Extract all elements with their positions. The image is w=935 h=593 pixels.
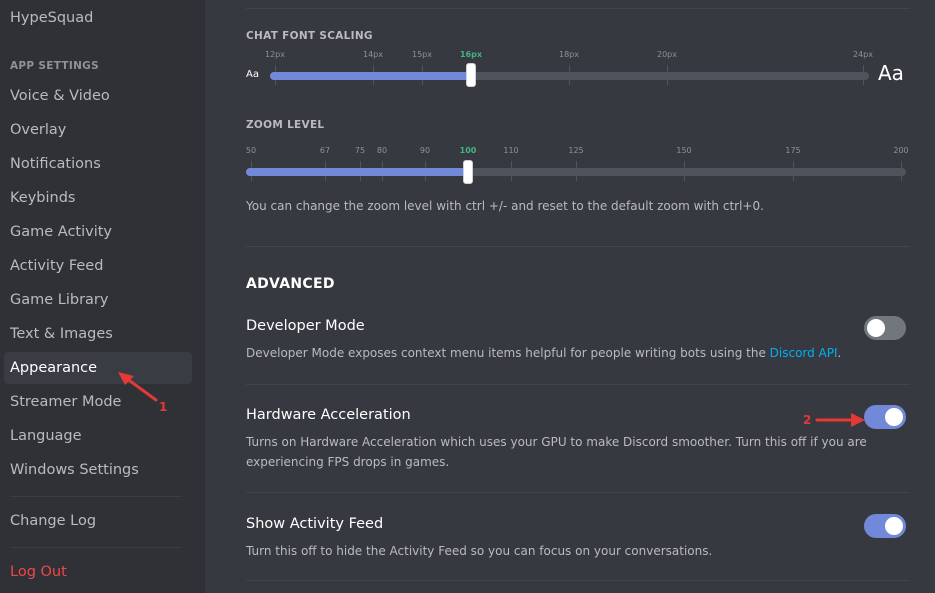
zoom-marker-label: 75 [354,146,366,155]
divider [246,580,910,581]
font-scale-marker-label: 15px [412,50,432,59]
sidebar-item-voice-video[interactable]: Voice & Video [4,80,192,112]
annotation-arrow-2 [815,413,865,427]
divider [246,492,910,493]
toggle-knob [867,319,885,337]
font-preview-small: Aa [246,69,259,80]
sidebar-separator [10,496,182,497]
zoom-marker-label: 150 [676,146,692,155]
font-scale-marker-label: 18px [559,50,579,59]
zoom-marker-label: 50 [245,146,257,155]
font-scale-slider-handle[interactable] [466,63,476,87]
font-scale-marker-label: 12px [265,50,285,59]
zoom-marker-label: 90 [419,146,431,155]
font-scale-marker-label: 24px [853,50,873,59]
font-scale-slider-fill [270,72,471,80]
divider [246,8,910,9]
annotation-number-2: 2 [803,413,812,427]
sidebar-item-hypesquad[interactable]: HypeSquad [4,2,192,34]
zoom-slider-handle[interactable] [463,160,473,184]
zoom-marker-label: 175 [785,146,801,155]
font-scale-marker-label: 16px [459,50,483,59]
divider [246,246,910,247]
show-activity-feed-description: Turn this off to hide the Activity Feed … [246,544,713,558]
settings-sidebar: HypeSquad APP SETTINGS Voice & Video Ove… [0,0,205,593]
zoom-marker-label: 125 [568,146,584,155]
zoom-marker-label: 110 [503,146,519,155]
advanced-section-title: ADVANCED [246,276,335,292]
divider [246,384,910,385]
developer-mode-title: Developer Mode [246,318,365,334]
zoom-slider-track[interactable] [246,168,906,176]
zoom-level-hint: You can change the zoom level with ctrl … [246,199,764,213]
annotation-number-1: 1 [159,400,168,414]
font-scale-marker-label: 14px [363,50,383,59]
sidebar-separator [10,547,182,548]
font-preview-large: Aa [878,61,904,85]
sidebar-item-game-activity[interactable]: Game Activity [4,216,192,248]
zoom-slider-fill [246,168,468,176]
sidebar-item-language[interactable]: Language [4,420,192,452]
font-scale-slider-track[interactable] [270,72,869,80]
zoom-marker-label: 80 [376,146,388,155]
toggle-knob [885,408,903,426]
developer-mode-description: Developer Mode exposes context menu item… [246,346,842,360]
sidebar-item-log-out[interactable]: Log Out [4,556,192,588]
show-activity-feed-title: Show Activity Feed [246,516,384,532]
hardware-acceleration-toggle[interactable] [864,405,906,429]
sidebar-item-activity-feed[interactable]: Activity Feed [4,250,192,282]
show-activity-feed-toggle[interactable] [864,514,906,538]
sidebar-item-notifications[interactable]: Notifications [4,148,192,180]
sidebar-item-overlay[interactable]: Overlay [4,114,192,146]
sidebar-item-change-log[interactable]: Change Log [4,505,192,537]
chat-font-scaling-label: CHAT FONT SCALING [246,30,373,42]
sidebar-item-windows-settings[interactable]: Windows Settings [4,454,192,486]
zoom-marker-label: 200 [893,146,909,155]
sidebar-item-text-images[interactable]: Text & Images [4,318,192,350]
developer-mode-toggle[interactable] [864,316,906,340]
appearance-settings-panel: CHAT FONT SCALING 12px 14px 15px 16px 18px 20… [205,0,935,593]
sidebar-item-game-library[interactable]: Game Library [4,284,192,316]
sidebar-section-header: APP SETTINGS [10,60,99,72]
discord-api-link[interactable]: Discord API [770,346,838,360]
hardware-acceleration-title: Hardware Acceleration [246,407,411,423]
font-scale-marker-label: 20px [657,50,677,59]
toggle-knob [885,517,903,535]
zoom-level-label: ZOOM LEVEL [246,119,325,131]
zoom-marker-label: 67 [319,146,331,155]
hardware-acceleration-description: Turns on Hardware Acceleration which use… [246,435,867,469]
zoom-marker-label: 100 [459,146,477,155]
sidebar-item-keybinds[interactable]: Keybinds [4,182,192,214]
